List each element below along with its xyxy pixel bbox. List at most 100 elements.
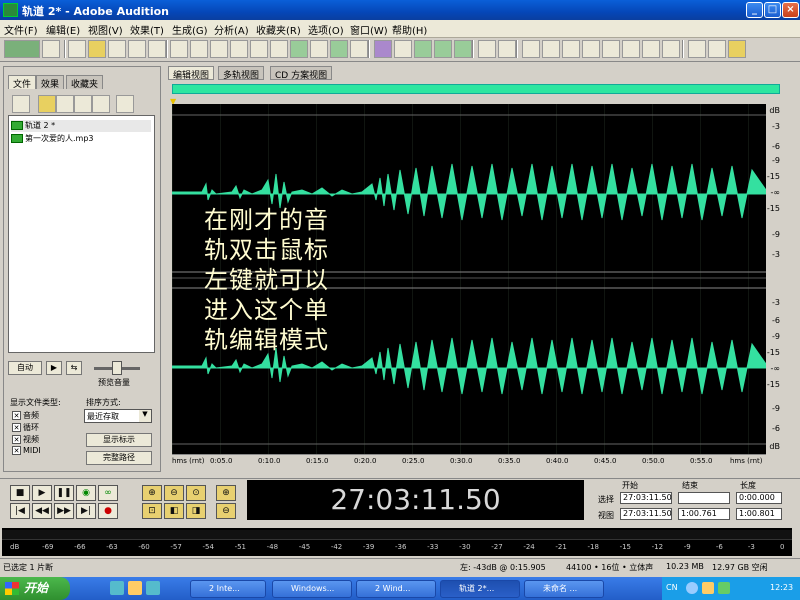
checkbox[interactable]: ✕: [12, 411, 21, 420]
taskbar-item[interactable]: Windows...: [272, 580, 352, 598]
tray-icon[interactable]: [718, 582, 730, 594]
goto-start-button[interactable]: |◀: [10, 503, 30, 519]
tab-effects[interactable]: 效果: [36, 75, 65, 90]
window-icon[interactable]: [522, 40, 540, 58]
record-button[interactable]: ●: [98, 503, 118, 519]
insert-multitrack-icon[interactable]: [116, 95, 134, 113]
tab-multitrack-view[interactable]: 多轨视图: [218, 66, 265, 81]
menu-generate[interactable]: 生成(G): [172, 22, 208, 37]
view-end-field[interactable]: 1:00.761: [678, 508, 730, 520]
menu-help[interactable]: 帮助(H): [392, 22, 427, 37]
info-icon[interactable]: [562, 40, 580, 58]
zoom-panel-icon[interactable]: [602, 40, 620, 58]
mix-paste-icon[interactable]: [270, 40, 288, 58]
import-icon[interactable]: [12, 95, 30, 113]
spectral-icon[interactable]: [414, 40, 432, 58]
paste-icon[interactable]: [250, 40, 268, 58]
type-midi[interactable]: ✕ MIDI: [12, 446, 41, 455]
type-loop[interactable]: ✕ 循环: [12, 422, 39, 433]
checkbox[interactable]: ✕: [12, 435, 21, 444]
close-selected-icon[interactable]: [56, 95, 74, 113]
open-icon[interactable]: [88, 40, 106, 58]
zoom-selection-icon[interactable]: ⊡: [142, 503, 162, 519]
pause-button[interactable]: ❚❚: [54, 485, 74, 501]
file-item[interactable]: 第一次爱的人.mp3: [11, 133, 94, 145]
tray-icon[interactable]: [686, 582, 698, 594]
full-path-button[interactable]: 完整路径: [86, 451, 152, 465]
taskbar-item[interactable]: 2 Inte...: [190, 580, 266, 598]
zoom-full-icon[interactable]: ⊙: [186, 485, 206, 501]
edit-file-icon[interactable]: [74, 95, 92, 113]
menu-options[interactable]: 选项(O): [308, 22, 344, 37]
stop-button[interactable]: ■: [10, 485, 30, 501]
checkbox[interactable]: ✕: [12, 423, 21, 432]
close-file-icon[interactable]: [148, 40, 166, 58]
play-to-end-button[interactable]: ◉: [76, 485, 96, 501]
save-as-icon[interactable]: [128, 40, 146, 58]
rewind-button[interactable]: ◀◀: [32, 503, 52, 519]
status-panel-icon[interactable]: [662, 40, 680, 58]
auto-play-button[interactable]: 自动: [8, 361, 42, 375]
tab-cd-view[interactable]: CD 方案视图: [270, 66, 333, 81]
new-icon[interactable]: [68, 40, 86, 58]
play-preview-button[interactable]: ▶: [46, 361, 62, 375]
cd-icon[interactable]: [42, 40, 60, 58]
taskbar-item[interactable]: 2 Wind...: [356, 580, 436, 598]
quicklaunch-ie-icon[interactable]: [110, 581, 124, 595]
view-mode-icon[interactable]: [4, 40, 40, 58]
taskbar-item-active[interactable]: 轨道 2*...: [440, 580, 520, 598]
taskbar-item[interactable]: 未命名 ...: [524, 580, 604, 598]
folder-icon[interactable]: [38, 95, 56, 113]
play-file-icon[interactable]: [92, 95, 110, 113]
marquee-icon[interactable]: [498, 40, 516, 58]
selection-end-field[interactable]: [678, 492, 730, 504]
volume-slider-thumb[interactable]: [112, 361, 122, 375]
zoom-in-v-icon[interactable]: ⊕: [216, 485, 236, 501]
menu-window[interactable]: 窗口(W): [350, 22, 388, 37]
tray-icon[interactable]: [702, 582, 714, 594]
undo-icon[interactable]: [170, 40, 188, 58]
zoom-out-v-icon[interactable]: ⊖: [216, 503, 236, 519]
settings-icon[interactable]: [688, 40, 706, 58]
tools-icon[interactable]: [708, 40, 726, 58]
play-panel-icon[interactable]: [582, 40, 600, 58]
language-indicator[interactable]: CN: [666, 583, 678, 592]
loop-icon[interactable]: [350, 40, 368, 58]
type-video[interactable]: ✕ 视频: [12, 434, 39, 445]
tab-edit-view[interactable]: 编辑视图: [168, 66, 215, 81]
menu-favorites[interactable]: 收藏夹(R): [256, 22, 301, 37]
type-audio[interactable]: ✕ 音频: [12, 410, 39, 421]
close-button[interactable]: ×: [782, 2, 799, 18]
cut-icon[interactable]: [210, 40, 228, 58]
loop-preview-button[interactable]: ⇆: [66, 361, 82, 375]
zoom-in-h-icon[interactable]: ⊕: [142, 485, 162, 501]
time-panel-icon[interactable]: [622, 40, 640, 58]
menu-view[interactable]: 视图(V): [88, 22, 123, 37]
overview-bar[interactable]: [172, 84, 780, 94]
file-item[interactable]: 轨道 2 *: [11, 120, 151, 132]
time-select-icon[interactable]: [478, 40, 496, 58]
list-icon[interactable]: [542, 40, 560, 58]
maximize-button[interactable]: □: [764, 2, 781, 18]
show-prompts-button[interactable]: 显示标示: [86, 433, 152, 447]
zoom-right-icon[interactable]: ◨: [186, 503, 206, 519]
view-start-field[interactable]: 27:03:11.50: [620, 508, 672, 520]
spectral-pan-icon[interactable]: [434, 40, 452, 58]
goto-end-button[interactable]: ▶|: [76, 503, 96, 519]
loop-play-button[interactable]: ∞: [98, 485, 118, 501]
view-length-field[interactable]: 1:00.801: [736, 508, 782, 520]
save-icon[interactable]: [108, 40, 126, 58]
play-button[interactable]: ▶: [32, 485, 52, 501]
trim-icon[interactable]: [290, 40, 308, 58]
menu-analyze[interactable]: 分析(A): [214, 22, 249, 37]
selection-length-field[interactable]: 0:00.000: [736, 492, 782, 504]
menu-effects[interactable]: 效果(T): [130, 22, 164, 37]
quicklaunch-folder-icon[interactable]: [128, 581, 142, 595]
menu-file[interactable]: 文件(F): [4, 22, 38, 37]
menu-edit[interactable]: 编辑(E): [46, 22, 80, 37]
redo-icon[interactable]: [190, 40, 208, 58]
minimize-button[interactable]: _: [746, 2, 763, 18]
help-icon[interactable]: [728, 40, 746, 58]
meter-panel-icon[interactable]: [642, 40, 660, 58]
chevron-down-icon[interactable]: ▼: [139, 410, 151, 422]
